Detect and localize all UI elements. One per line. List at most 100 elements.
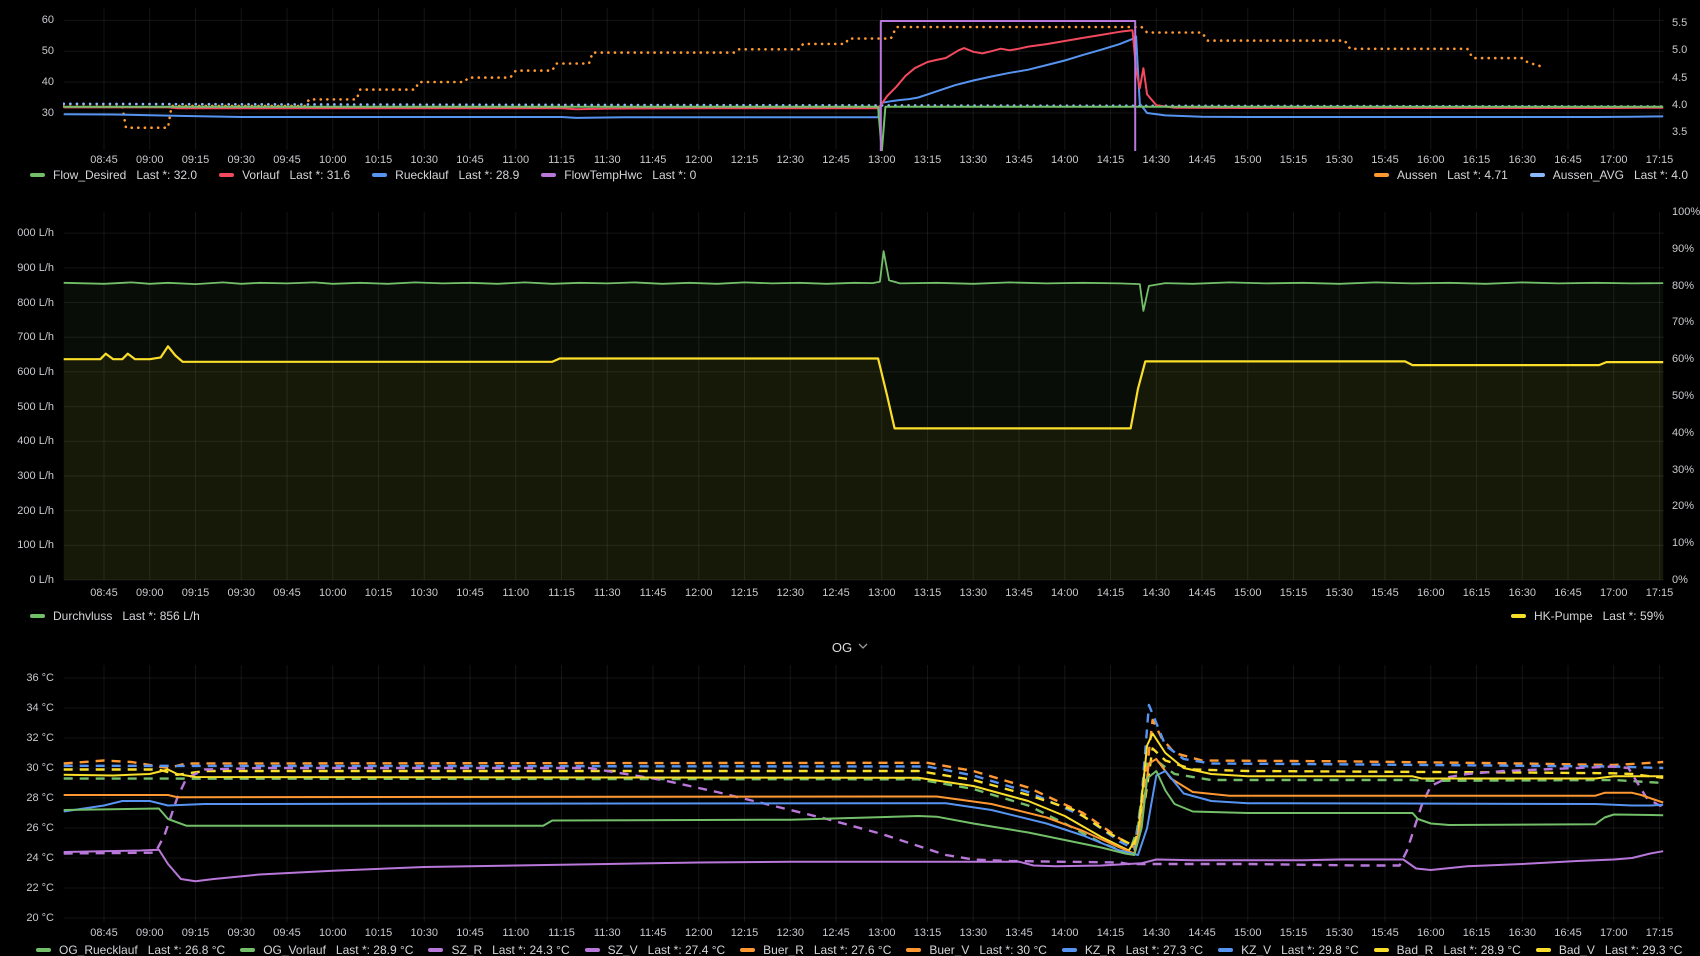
x-axis-label: 11:30 xyxy=(583,586,631,600)
legend-item-Buer_R[interactable]: Buer_RLast *: 27.6 °C xyxy=(740,943,891,956)
legend-item-KZ_V[interactable]: KZ_VLast *: 29.8 °C xyxy=(1218,943,1359,956)
legend-swatch xyxy=(740,948,755,952)
y-axis-left-label: 22 °C xyxy=(0,881,54,895)
x-axis-label: 10:30 xyxy=(400,153,448,167)
legend-last-value: Last *: 856 L/h xyxy=(122,609,199,623)
x-axis-label: 15:30 xyxy=(1315,586,1363,600)
legend-item-Vorlauf[interactable]: VorlaufLast *: 31.6 xyxy=(219,168,350,182)
x-axis-label: 11:45 xyxy=(629,586,677,600)
x-axis-label: 15:15 xyxy=(1270,926,1318,940)
legend-swatch xyxy=(372,173,387,177)
x-axis-label: 15:30 xyxy=(1315,926,1363,940)
y-axis-left-label: 000 L/h xyxy=(0,226,54,240)
legend-last-value: Last *: 32.0 xyxy=(136,168,197,182)
x-axis-label: 13:45 xyxy=(995,153,1043,167)
y-axis-right-label: 70% xyxy=(1672,315,1700,329)
y-axis-right-label: 20% xyxy=(1672,499,1700,513)
legend-last-value: Last *: 29.8 °C xyxy=(1281,943,1359,956)
legend-item-Aussen_AVG[interactable]: Aussen_AVGLast *: 4.0 xyxy=(1530,168,1688,182)
legend-last-value: Last *: 4.71 xyxy=(1447,168,1508,182)
chart-plot xyxy=(0,632,1700,956)
legend-item-Ruecklauf[interactable]: RuecklaufLast *: 28.9 xyxy=(372,168,519,182)
legend-swatch xyxy=(1536,948,1551,952)
y-axis-right-label: 4.5 xyxy=(1672,71,1700,85)
y-axis-left-label: 60 xyxy=(0,13,54,27)
x-axis-label: 13:15 xyxy=(904,153,952,167)
x-axis-label: 16:00 xyxy=(1407,586,1455,600)
legend-last-value: Last *: 26.8 °C xyxy=(148,943,226,956)
x-axis-label: 13:00 xyxy=(858,926,906,940)
legend-last-value: Last *: 30 °C xyxy=(979,943,1047,956)
x-axis-label: 16:45 xyxy=(1544,586,1592,600)
x-axis-label: 12:15 xyxy=(721,153,769,167)
x-axis-label: 10:00 xyxy=(309,926,357,940)
x-axis-label: 12:30 xyxy=(766,586,814,600)
x-axis-label: 13:00 xyxy=(858,586,906,600)
legend-item-HK-Pumpe[interactable]: HK-PumpeLast *: 59% xyxy=(1511,609,1664,623)
y-axis-left-label: 40 xyxy=(0,75,54,89)
y-axis-left-label: 36 °C xyxy=(0,671,54,685)
y-axis-left-label: 20 °C xyxy=(0,911,54,925)
x-axis-label: 14:30 xyxy=(1132,153,1180,167)
legend-last-value: Last *: 29.3 °C xyxy=(1605,943,1683,956)
x-axis-label: 08:45 xyxy=(80,926,128,940)
legend-series-name: KZ_R xyxy=(1085,943,1116,956)
legend-last-value: Last *: 59% xyxy=(1603,609,1664,623)
y-axis-right-label: 90% xyxy=(1672,242,1700,256)
legend-series-name: Buer_R xyxy=(763,943,804,956)
panel-title[interactable]: OG xyxy=(0,638,1700,656)
x-axis-label: 14:45 xyxy=(1178,586,1226,600)
x-axis-label: 16:45 xyxy=(1544,926,1592,940)
legend-series-name: SZ_R xyxy=(451,943,482,956)
x-axis-label: 11:45 xyxy=(629,153,677,167)
legend-item-Bad_R[interactable]: Bad_RLast *: 28.9 °C xyxy=(1374,943,1521,956)
x-axis-label: 10:00 xyxy=(309,586,357,600)
legend-series-name: Bad_R xyxy=(1397,943,1434,956)
x-axis-label: 17:00 xyxy=(1590,586,1638,600)
y-axis-left-label: 700 L/h xyxy=(0,330,54,344)
x-axis-label: 10:15 xyxy=(355,926,403,940)
legend-last-value: Last *: 27.4 °C xyxy=(648,943,726,956)
legend-item-Flow_Desired[interactable]: Flow_Desired Last *: 32.0 xyxy=(30,168,197,182)
legend-swatch xyxy=(906,948,921,952)
x-axis-label: 15:00 xyxy=(1224,153,1272,167)
y-axis-left-label: 800 L/h xyxy=(0,296,54,310)
legend-item-KZ_R[interactable]: KZ_RLast *: 27.3 °C xyxy=(1062,943,1203,956)
legend-item-FlowTempHwc[interactable]: FlowTempHwcLast *: 0 xyxy=(541,168,696,182)
y-axis-right-label: 0% xyxy=(1672,573,1700,587)
y-axis-left-label: 0 L/h xyxy=(0,573,54,587)
x-axis-label: 14:15 xyxy=(1087,153,1135,167)
legend-swatch xyxy=(36,948,51,952)
x-axis-label: 15:15 xyxy=(1270,153,1318,167)
legend-series-name: OG_Vorlauf xyxy=(263,943,326,956)
x-axis-label: 16:45 xyxy=(1544,153,1592,167)
x-axis-label: 09:30 xyxy=(217,586,265,600)
legend-series-name: Flow_Desired xyxy=(53,168,126,182)
series-Bad_R xyxy=(64,734,1664,851)
legend-last-value: Last *: 28.9 xyxy=(459,168,520,182)
panel-flow-pump: DurchvlussLast *: 856 L/h HK-PumpeLast *… xyxy=(0,185,1700,632)
legend-item-Buer_V[interactable]: Buer_VLast *: 30 °C xyxy=(906,943,1047,956)
x-axis-label: 11:00 xyxy=(492,586,540,600)
y-axis-right-label: 60% xyxy=(1672,352,1700,366)
x-axis-label: 11:15 xyxy=(538,153,586,167)
legend-series-name: Aussen_AVG xyxy=(1553,168,1624,182)
x-axis-label: 15:45 xyxy=(1361,586,1409,600)
legend-item-OG_Vorlauf[interactable]: OG_VorlaufLast *: 28.9 °C xyxy=(240,943,413,956)
legend-item-Aussen[interactable]: AussenLast *: 4.71 xyxy=(1374,168,1508,182)
x-axis-label: 15:15 xyxy=(1270,586,1318,600)
y-axis-right-label: 5.0 xyxy=(1672,43,1700,57)
x-axis-label: 09:00 xyxy=(126,926,174,940)
x-axis-label: 13:15 xyxy=(904,586,952,600)
legend-item-OG_Ruecklauf[interactable]: OG_RuecklaufLast *: 26.8 °C xyxy=(36,943,225,956)
legend-item-SZ_V[interactable]: SZ_VLast *: 27.4 °C xyxy=(585,943,726,956)
legend-item-Durchvluss[interactable]: DurchvlussLast *: 856 L/h xyxy=(30,609,200,623)
x-axis-label: 12:45 xyxy=(812,153,860,167)
x-axis-label: 12:45 xyxy=(812,926,860,940)
legend-item-Bad_V[interactable]: Bad_VLast *: 29.3 °C xyxy=(1536,943,1683,956)
series-SZ_R xyxy=(64,850,1664,882)
x-axis-label: 09:00 xyxy=(126,586,174,600)
series-SZ_V xyxy=(64,767,1664,866)
legend-item-SZ_R[interactable]: SZ_RLast *: 24.3 °C xyxy=(428,943,569,956)
x-axis-label: 17:15 xyxy=(1636,926,1684,940)
